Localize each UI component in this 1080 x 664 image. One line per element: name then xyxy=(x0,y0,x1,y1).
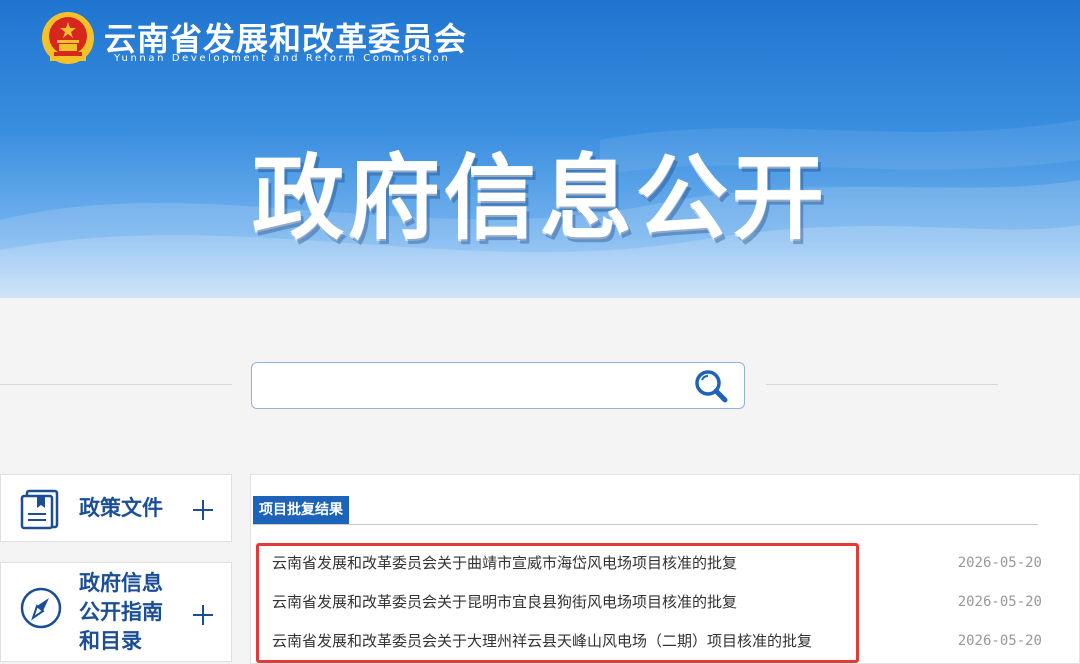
plus-icon[interactable] xyxy=(191,603,215,627)
news-date: 2026-05-20 xyxy=(957,594,1042,610)
section-tab[interactable]: 项目批复结果 xyxy=(253,496,349,524)
section-divider xyxy=(253,524,1038,525)
search-input[interactable] xyxy=(262,369,686,403)
search-divider-right xyxy=(766,384,998,385)
sidebar-item-policy-documents[interactable]: 政策文件 xyxy=(0,474,232,542)
org-name-english: Yunnan Development and Reform Commission xyxy=(114,53,451,64)
search-box xyxy=(251,362,745,409)
news-date: 2026-05-20 xyxy=(957,555,1042,571)
header-banner: 云南省发展和改革委员会 Yunnan Development and Refor… xyxy=(0,0,1080,298)
document-book-icon xyxy=(20,489,59,530)
news-date: 2026-05-20 xyxy=(957,633,1042,649)
compass-icon xyxy=(20,587,62,629)
highlight-annotation-box xyxy=(256,543,859,663)
search-divider-left xyxy=(0,384,232,385)
hero-title: 政府信息公开 xyxy=(251,145,828,252)
plus-icon[interactable] xyxy=(191,498,215,522)
national-emblem-icon xyxy=(42,12,94,64)
search-magnifier-icon[interactable] xyxy=(692,368,730,404)
sidebar-item-disclosure-guide[interactable]: 政府信息公开指南和目录 xyxy=(0,562,232,662)
sidebar-item-label: 政策文件 xyxy=(79,496,163,520)
sidebar-item-label: 政府信息公开指南和目录 xyxy=(79,571,163,653)
